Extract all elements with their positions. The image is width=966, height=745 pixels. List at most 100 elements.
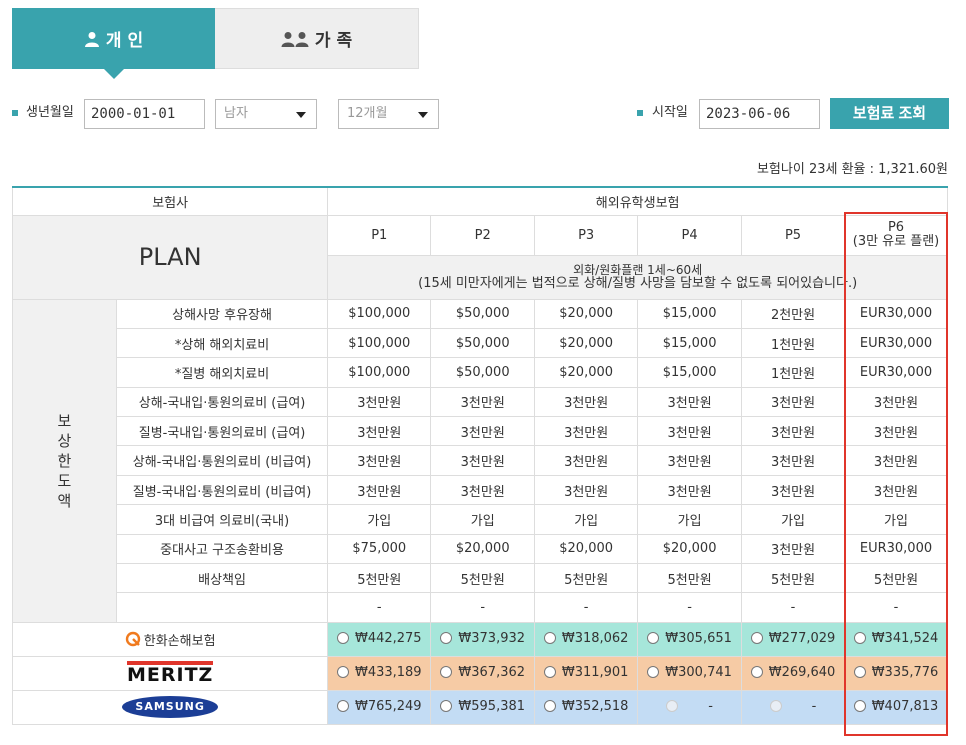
coverage-value: 3천만원 xyxy=(741,445,845,476)
plan-radio[interactable] xyxy=(543,700,556,713)
coverage-row: 3대 비급여 의료비(국내) 가입 가입 가입 가입 가입 가입 xyxy=(13,504,948,535)
coverage-value: 3천만원 xyxy=(327,416,432,447)
plan-radio[interactable] xyxy=(750,666,763,679)
plan-radio[interactable] xyxy=(336,700,349,713)
plan-radio[interactable] xyxy=(853,666,866,679)
company-row: MERITZ ₩433,189 ₩367,362 ₩311,901 ₩300,741 ₩2… xyxy=(11,655,948,691)
premium-cell[interactable]: ₩311,901 xyxy=(534,655,639,691)
coverage-value: $20,000 xyxy=(534,357,639,388)
premium-option: ₩765,249 xyxy=(328,699,430,714)
company-cell: MERITZ xyxy=(11,655,329,691)
premium-cell[interactable]: ₩335,776 xyxy=(844,655,948,691)
plan-radio[interactable] xyxy=(647,632,660,645)
premium-option: ₩373,932 xyxy=(431,631,534,646)
premium-value: ₩318,062 xyxy=(561,630,629,646)
coverage-value: 3천만원 xyxy=(637,445,743,476)
premium-value: - xyxy=(708,698,713,714)
premium-cell[interactable]: ₩765,249 xyxy=(327,689,432,725)
insurer-header: 보험사 xyxy=(11,186,329,216)
people-icon xyxy=(281,31,309,47)
bullet-icon xyxy=(12,110,18,116)
plan-radio xyxy=(769,700,782,713)
coverage-row: 중대사고 구조송환비용 $75,000 $20,000 $20,000 $20,000 3… xyxy=(13,533,948,565)
premium-value: ₩269,640 xyxy=(768,664,836,680)
premium-cell[interactable]: ₩305,651 xyxy=(637,621,743,657)
premium-cell[interactable]: ₩300,741 xyxy=(637,655,743,691)
birthdate-input[interactable]: 2000-01-01 xyxy=(84,99,205,129)
premium-cell[interactable]: ₩433,189 xyxy=(327,655,432,691)
tab-individual[interactable]: 개 인 xyxy=(12,8,215,79)
coverage-value: 5천만원 xyxy=(637,563,743,594)
chevron-down-icon xyxy=(296,112,306,118)
plan-radio[interactable] xyxy=(440,700,453,713)
coverage-category-char: 한 xyxy=(57,451,72,470)
coverage-value: EUR30,000 xyxy=(844,533,948,565)
plan-radio[interactable] xyxy=(336,666,349,679)
chevron-down-icon xyxy=(418,112,428,118)
coverage-name: 중대사고 구조송환비용 xyxy=(115,533,329,565)
premium-option: ₩305,651 xyxy=(638,631,741,646)
person-icon xyxy=(84,31,100,47)
premium-option: ₩433,189 xyxy=(328,665,430,680)
plan-header-p6-name: P6 xyxy=(887,220,905,235)
plan-header-p3: P3 xyxy=(534,214,639,256)
premium-cell[interactable]: ₩595,381 xyxy=(430,689,536,725)
premium-value: ₩367,362 xyxy=(458,664,526,680)
coverage-category-char: 보 xyxy=(57,411,72,430)
premium-option: ₩277,029 xyxy=(742,631,844,646)
coverage-value: 3천만원 xyxy=(844,474,948,506)
plan-radio[interactable] xyxy=(853,632,866,645)
coverage-value: 3천만원 xyxy=(534,416,639,447)
gender-select-value: 남자 xyxy=(224,106,248,121)
tab-family[interactable]: 가 족 xyxy=(215,8,419,69)
premium-cell[interactable]: ₩407,813 xyxy=(844,689,948,725)
plan-header-p5: P5 xyxy=(741,214,845,256)
premium-option: - xyxy=(742,699,844,714)
plan-header-p6-sub: (3만 유로 플랜) xyxy=(852,234,940,249)
premium-cell[interactable]: ₩442,275 xyxy=(327,621,432,657)
coverage-row: 상해-국내입·통원의료비 (급여) 3천만원 3천만원 3천만원 3천만원 3천만원 3천만… xyxy=(13,386,948,418)
coverage-value: 가입 xyxy=(430,504,536,535)
premium-cell[interactable]: ₩277,029 xyxy=(741,621,845,657)
coverage-body: 보 상 한 도 액 상해사망 후유장해 $100,000 $50,000 $20,000 $15,… xyxy=(12,298,948,623)
plan-title: PLAN xyxy=(11,214,329,300)
premium-cell[interactable]: ₩373,932 xyxy=(430,621,536,657)
coverage-value: $100,000 xyxy=(327,357,432,388)
plan-radio[interactable] xyxy=(543,666,556,679)
plan-radio[interactable] xyxy=(853,700,866,713)
premium-option: ₩318,062 xyxy=(535,631,637,646)
plan-radio[interactable] xyxy=(750,632,763,645)
premium-cell[interactable]: ₩352,518 xyxy=(534,689,639,725)
coverage-value: $75,000 xyxy=(327,533,432,565)
coverage-name: *상해 해외치료비 xyxy=(115,327,329,359)
coverage-value: $20,000 xyxy=(534,327,639,359)
coverage-value: 3천만원 xyxy=(844,445,948,476)
coverage-value: $100,000 xyxy=(327,298,432,329)
premium-cell[interactable]: ₩367,362 xyxy=(430,655,536,691)
plan-radio[interactable] xyxy=(543,632,556,645)
premium-cell[interactable]: ₩269,640 xyxy=(741,655,845,691)
gender-select[interactable]: 남자 xyxy=(215,99,317,129)
price-body: 한화손해보험 ₩442,275 ₩373,932 ₩318,062 ₩305,651 ₩2… xyxy=(11,621,948,725)
plan-radio[interactable] xyxy=(336,632,349,645)
premium-option: - xyxy=(638,699,741,714)
plan-radio[interactable] xyxy=(647,666,660,679)
plan-radio[interactable] xyxy=(440,632,453,645)
coverage-value: 3천만원 xyxy=(430,416,536,447)
tab-family-label: 가 족 xyxy=(314,31,353,51)
premium-value: ₩300,741 xyxy=(665,664,732,680)
coverage-value: - xyxy=(637,592,743,623)
premium-cell[interactable]: ₩318,062 xyxy=(534,621,639,657)
period-select[interactable]: 12개월 xyxy=(338,99,439,129)
coverage-value: $50,000 xyxy=(430,357,536,388)
premium-cell[interactable]: ₩341,524 xyxy=(844,621,948,657)
plan-radio[interactable] xyxy=(440,666,453,679)
coverage-value: - xyxy=(844,592,948,623)
coverage-value: $20,000 xyxy=(430,533,536,565)
coverage-name: *질병 해외치료비 xyxy=(115,357,329,388)
start-date-input[interactable]: 2023-06-06 xyxy=(699,99,820,129)
premium-option: ₩407,813 xyxy=(845,699,947,714)
search-premium-button[interactable]: 보험료 조회 xyxy=(830,98,949,129)
premium-value: ₩277,029 xyxy=(768,630,836,646)
coverage-row: *질병 해외치료비 $100,000 $50,000 $20,000 $15,000 1천… xyxy=(13,357,948,388)
